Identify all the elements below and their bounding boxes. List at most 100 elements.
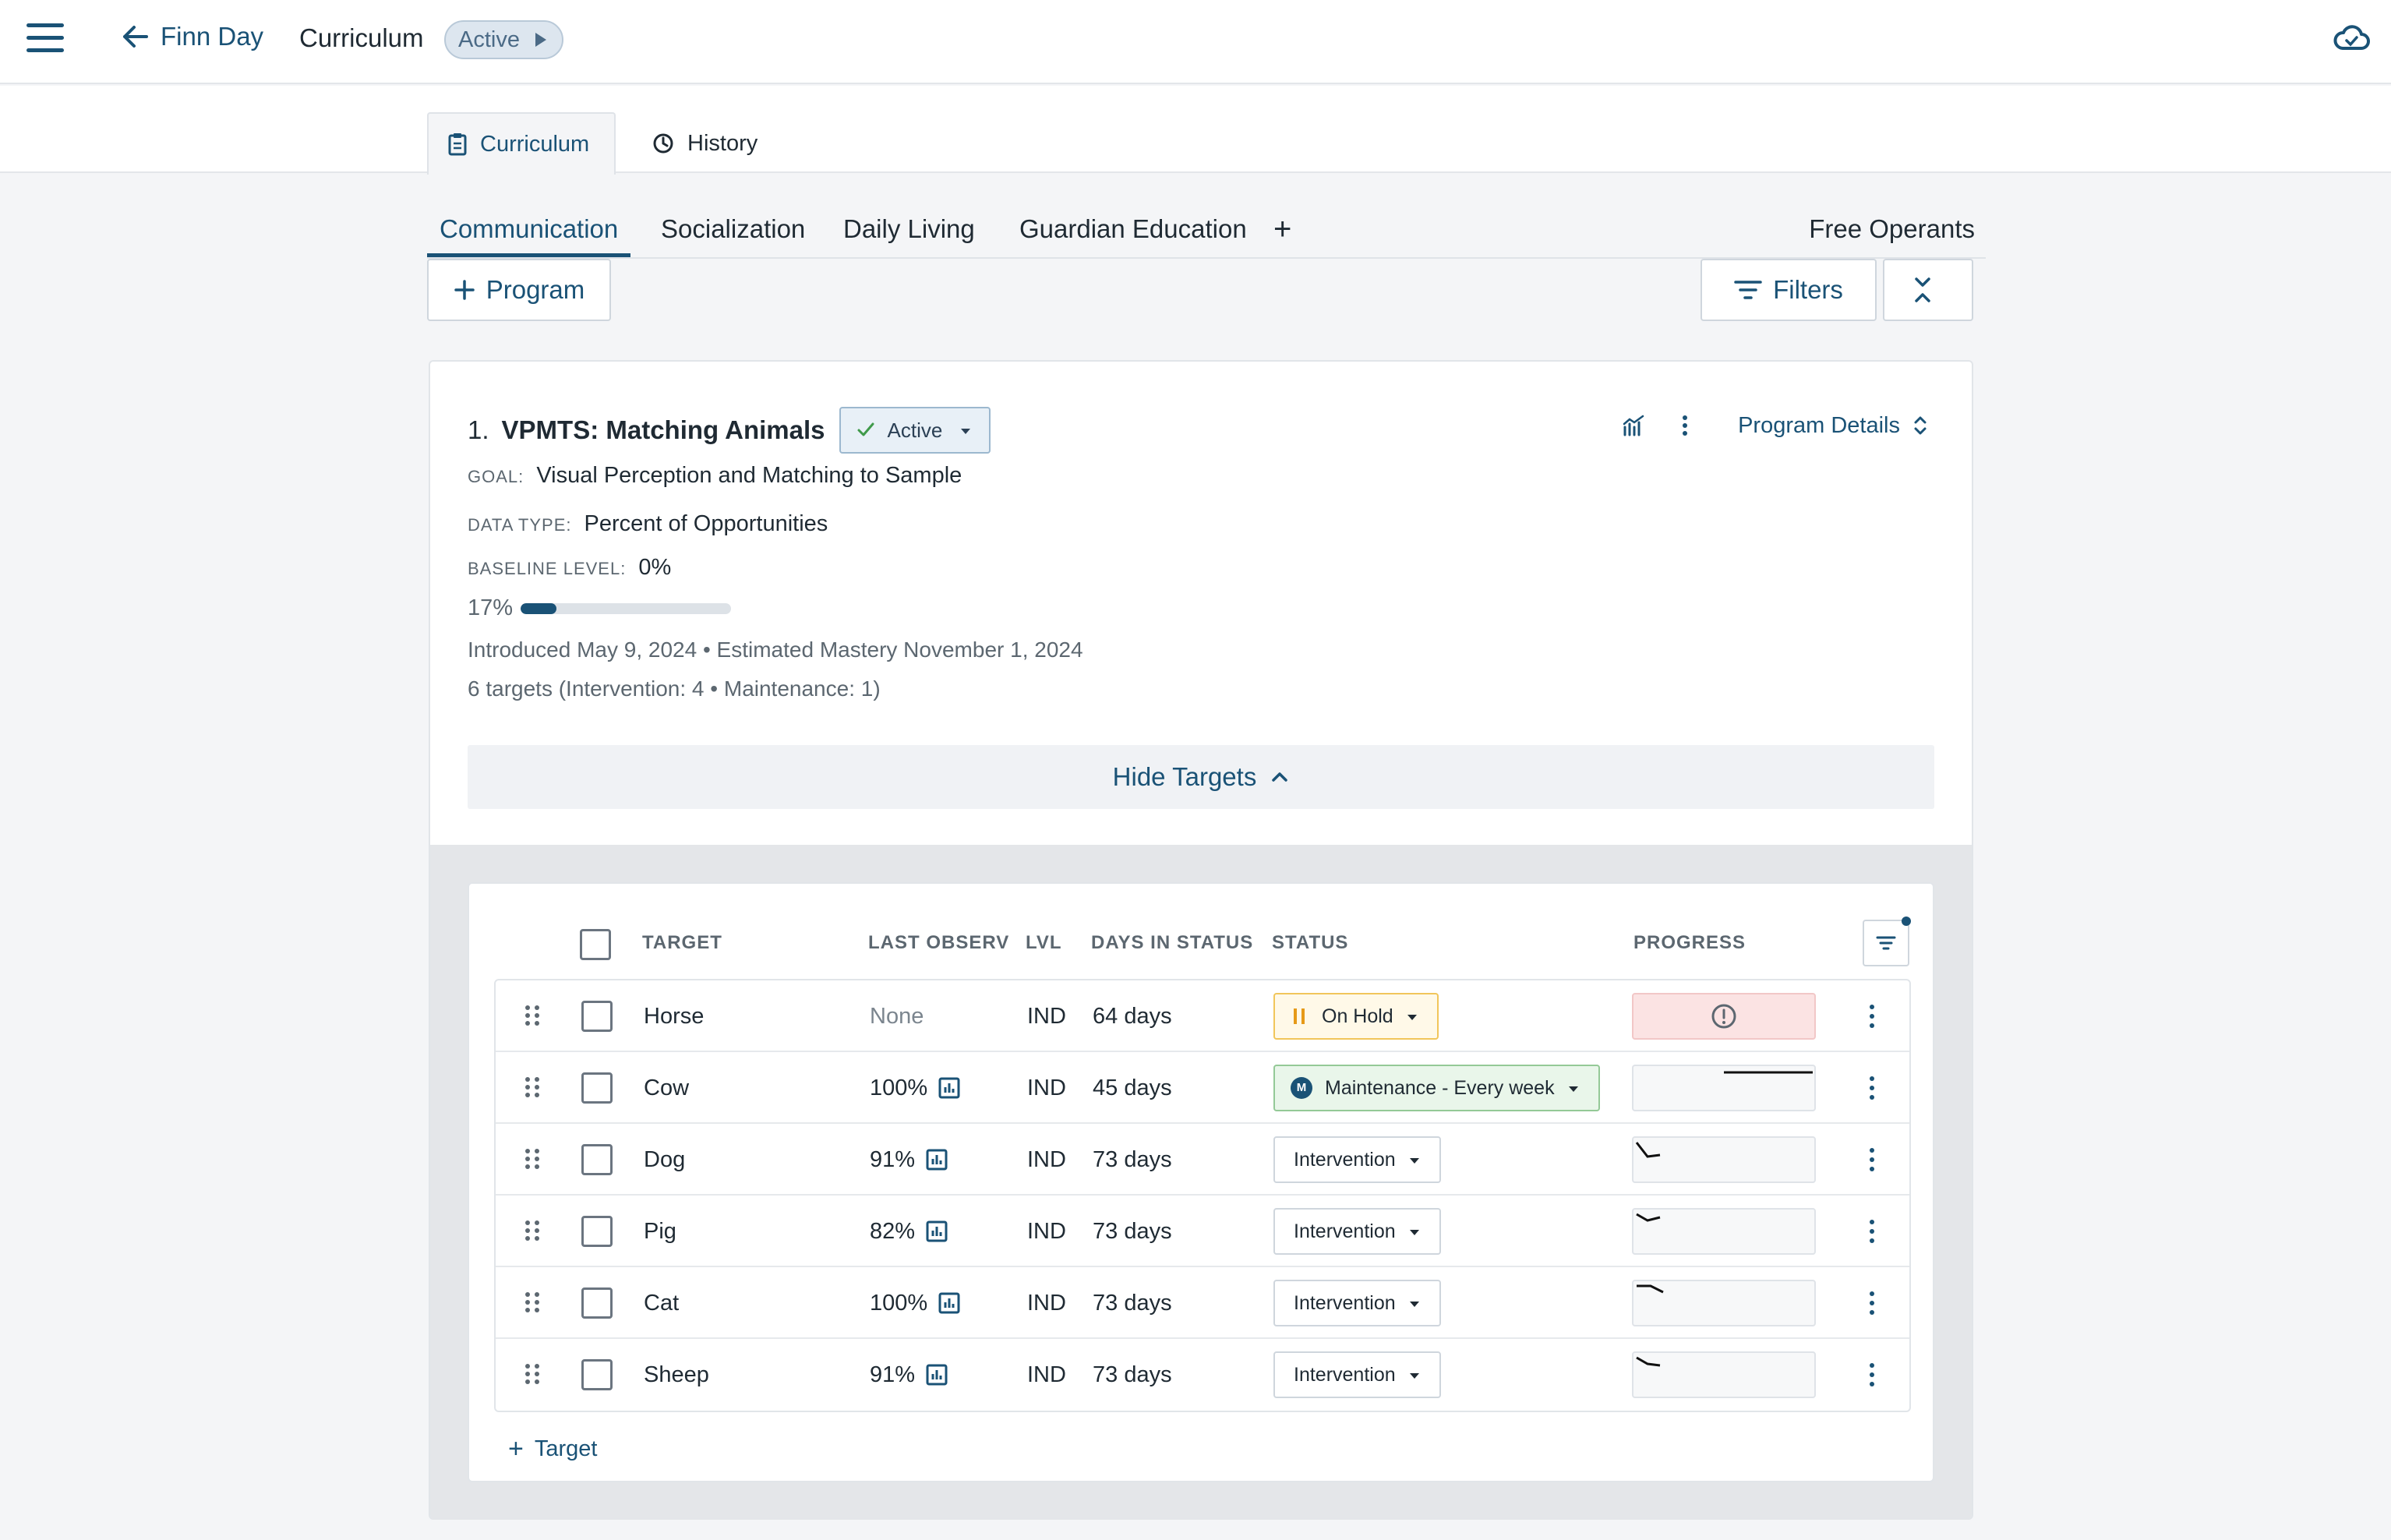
tab-history[interactable]: History	[633, 112, 776, 175]
bar-chart-icon[interactable]	[938, 1077, 960, 1099]
program-status-dropdown[interactable]: Active	[839, 407, 991, 454]
drag-handle-icon[interactable]	[524, 1004, 541, 1027]
sparkline-line	[1636, 1213, 1661, 1222]
row-kebab-icon[interactable]	[1864, 1217, 1880, 1245]
table-row: Horse None IND 64 days On Hold	[496, 980, 1909, 1052]
program-dates: Introduced May 9, 2024 • Estimated Maste…	[468, 638, 1083, 662]
back-link[interactable]: Finn Day	[122, 22, 263, 51]
progress-sparkline[interactable]	[1632, 993, 1816, 1040]
select-all-checkbox[interactable]	[580, 929, 611, 960]
sparkline-line	[1636, 1356, 1661, 1367]
program-card: 1. VPMTS: Matching Animals Active Progra…	[429, 360, 1973, 1520]
row-checkbox[interactable]	[581, 1072, 613, 1104]
program-details-toggle[interactable]: Program Details	[1738, 413, 1928, 439]
tab-free-operants[interactable]: Free Operants	[1809, 207, 1975, 251]
row-checkbox[interactable]	[581, 1359, 613, 1390]
target-level: IND	[1027, 1076, 1066, 1100]
page-tab-strip: Curriculum History	[0, 86, 2391, 175]
days-in-status: 73 days	[1093, 1291, 1172, 1316]
row-kebab-icon[interactable]	[1864, 1361, 1880, 1389]
status-label: Intervention	[1294, 1220, 1396, 1242]
days-in-status: 73 days	[1093, 1219, 1172, 1244]
program-number: 1.	[468, 415, 489, 444]
drag-handle-icon[interactable]	[524, 1147, 541, 1171]
tab-socialization[interactable]: Socialization	[648, 207, 818, 257]
progress-sparkline[interactable]	[1632, 1065, 1816, 1111]
row-checkbox[interactable]	[581, 1144, 613, 1175]
clock-icon	[653, 133, 673, 154]
row-kebab-icon[interactable]	[1864, 1289, 1880, 1317]
progress-sparkline[interactable]	[1632, 1351, 1816, 1398]
status-dropdown[interactable]: On Hold	[1273, 993, 1439, 1040]
progress-sparkline[interactable]	[1632, 1280, 1816, 1326]
tab-daily-living[interactable]: Daily Living	[831, 207, 987, 257]
last-observation-value: 100%	[870, 1291, 928, 1316]
curriculum-status-label: Active	[458, 27, 520, 52]
drag-handle-icon[interactable]	[524, 1362, 541, 1386]
row-kebab-icon[interactable]	[1864, 1002, 1880, 1030]
row-kebab-icon[interactable]	[1864, 1074, 1880, 1102]
add-category-button[interactable]: +	[1273, 207, 1291, 251]
sparkline-line	[1635, 1142, 1661, 1158]
status-dropdown[interactable]: M Maintenance - Every week	[1273, 1065, 1600, 1111]
tab-communication[interactable]: Communication	[427, 207, 631, 257]
targets-summary: 6 targets (Intervention: 4 • Maintenance…	[468, 676, 881, 701]
status-dropdown[interactable]: Intervention	[1273, 1208, 1441, 1255]
last-observation-value: 91%	[870, 1147, 916, 1172]
bar-chart-icon[interactable]	[926, 1220, 948, 1242]
sparkline-line	[1637, 1284, 1664, 1294]
progress-percent: 17%	[468, 595, 514, 620]
row-checkbox[interactable]	[581, 1216, 613, 1247]
curriculum-status-badge[interactable]: Active	[444, 20, 563, 59]
hide-targets-button[interactable]: Hide Targets	[468, 745, 1934, 809]
status-dropdown[interactable]: Intervention	[1273, 1280, 1441, 1326]
hamburger-icon[interactable]	[26, 23, 64, 55]
status-label: Intervention	[1294, 1149, 1396, 1171]
caret-down-icon	[961, 429, 971, 434]
bar-chart-icon[interactable]	[926, 1149, 948, 1171]
status-dropdown[interactable]: Intervention	[1273, 1351, 1441, 1398]
chart-icon[interactable]	[1616, 408, 1651, 443]
caret-down-icon	[1409, 1373, 1419, 1379]
target-name: Dog	[644, 1147, 686, 1172]
bar-chart-icon[interactable]	[926, 1364, 948, 1386]
row-checkbox[interactable]	[581, 1001, 613, 1032]
drag-handle-icon[interactable]	[524, 1219, 541, 1242]
last-observation: 82%	[870, 1196, 948, 1267]
target-rows: Horse None IND 64 days On Hold Cow 100% …	[494, 979, 1911, 1412]
clipboard-icon	[448, 133, 467, 156]
status-label: Intervention	[1294, 1292, 1396, 1314]
drag-handle-icon[interactable]	[524, 1291, 541, 1314]
hide-targets-label: Hide Targets	[1112, 762, 1257, 791]
target-name: Horse	[644, 1004, 705, 1029]
last-observation-value: None	[870, 1004, 924, 1029]
tab-curriculum[interactable]: Curriculum	[427, 112, 616, 175]
status-dropdown[interactable]: Intervention	[1273, 1136, 1441, 1183]
program-goal: GOAL: Visual Perception and Matching to …	[468, 463, 962, 489]
targets-table: TARGET LAST OBSERV LVL DAYS IN STATUS ST…	[468, 882, 1934, 1482]
row-kebab-icon[interactable]	[1864, 1146, 1880, 1174]
collapse-icon	[1915, 277, 1930, 302]
target-level: IND	[1027, 1147, 1066, 1172]
progress-sparkline[interactable]	[1632, 1208, 1816, 1255]
baseline-value: 0%	[638, 555, 672, 580]
kebab-icon[interactable]	[1668, 408, 1702, 443]
collapse-all-button[interactable]	[1883, 259, 1973, 321]
col-last-observ: LAST OBSERV	[868, 932, 1010, 953]
cloud-sync-icon[interactable]	[2332, 23, 2371, 55]
filters-button[interactable]: Filters	[1701, 259, 1877, 321]
drag-handle-icon[interactable]	[524, 1076, 541, 1099]
chevron-updown-icon	[1914, 416, 1927, 435]
alert-circle-icon	[1711, 1004, 1736, 1029]
pause-icon	[1294, 1008, 1305, 1024]
row-checkbox[interactable]	[581, 1287, 613, 1319]
caret-down-icon	[1409, 1158, 1419, 1164]
targets-section: TARGET LAST OBSERV LVL DAYS IN STATUS ST…	[430, 845, 1972, 1520]
add-target-button[interactable]: + Target	[508, 1434, 597, 1464]
progress-sparkline[interactable]	[1632, 1136, 1816, 1183]
column-filter-button[interactable]	[1863, 917, 1911, 966]
add-program-button[interactable]: Program	[427, 259, 611, 321]
top-bar: Finn Day Curriculum Active	[0, 0, 2391, 84]
tab-guardian-education[interactable]: Guardian Education	[1007, 207, 1259, 257]
bar-chart-icon[interactable]	[938, 1292, 960, 1314]
